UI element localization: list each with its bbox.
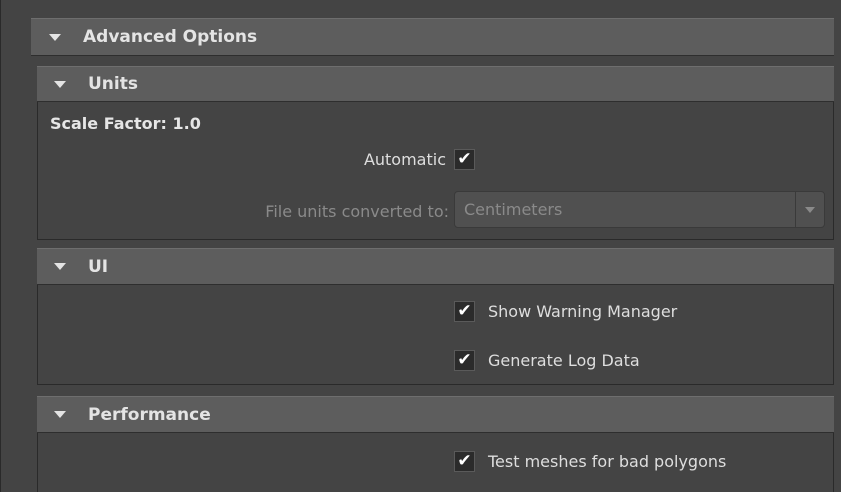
advanced-options-panel: Advanced Options Units Scale Factor: 1.0… [0,0,841,492]
file-units-value: Centimeters [464,200,563,219]
advanced-options-title: Advanced Options [83,27,258,47]
automatic-label: Automatic [363,150,446,169]
chevron-down-icon [805,206,815,213]
ui-title: UI [88,256,109,277]
advanced-options-header[interactable]: Advanced Options [31,18,834,56]
scale-factor-label: Scale Factor: 1.0 [50,114,201,133]
show-warning-label: Show Warning Manager [488,302,678,321]
triangle-down-icon [54,80,66,88]
ui-section: ✔ Show Warning Manager ✔ Generate Log Da… [37,285,834,385]
generate-log-label: Generate Log Data [488,351,640,370]
dropdown-button[interactable] [795,192,824,227]
triangle-down-icon [54,411,66,418]
checkmark-icon: ✔ [457,301,472,321]
checkmark-icon: ✔ [457,149,472,169]
file-units-label: File units converted to: [265,202,449,221]
triangle-down-icon [49,33,61,41]
checkmark-icon: ✔ [457,451,472,471]
ui-header[interactable]: UI [37,248,834,285]
file-units-dropdown[interactable]: Centimeters [454,191,825,228]
units-header[interactable]: Units [37,66,834,102]
performance-header[interactable]: Performance [37,396,834,433]
triangle-down-icon [54,263,66,270]
checkmark-icon: ✔ [457,350,472,370]
units-section: Scale Factor: 1.0 Automatic ✔ File units… [37,102,834,240]
performance-title: Performance [88,404,211,425]
test-meshes-checkbox[interactable]: ✔ [454,451,475,472]
units-title: Units [88,74,138,94]
show-warning-checkbox[interactable]: ✔ [454,301,475,322]
test-meshes-label: Test meshes for bad polygons [488,452,727,471]
automatic-checkbox[interactable]: ✔ [454,149,475,170]
generate-log-checkbox[interactable]: ✔ [454,350,475,371]
performance-section: ✔ Test meshes for bad polygons [37,433,834,492]
